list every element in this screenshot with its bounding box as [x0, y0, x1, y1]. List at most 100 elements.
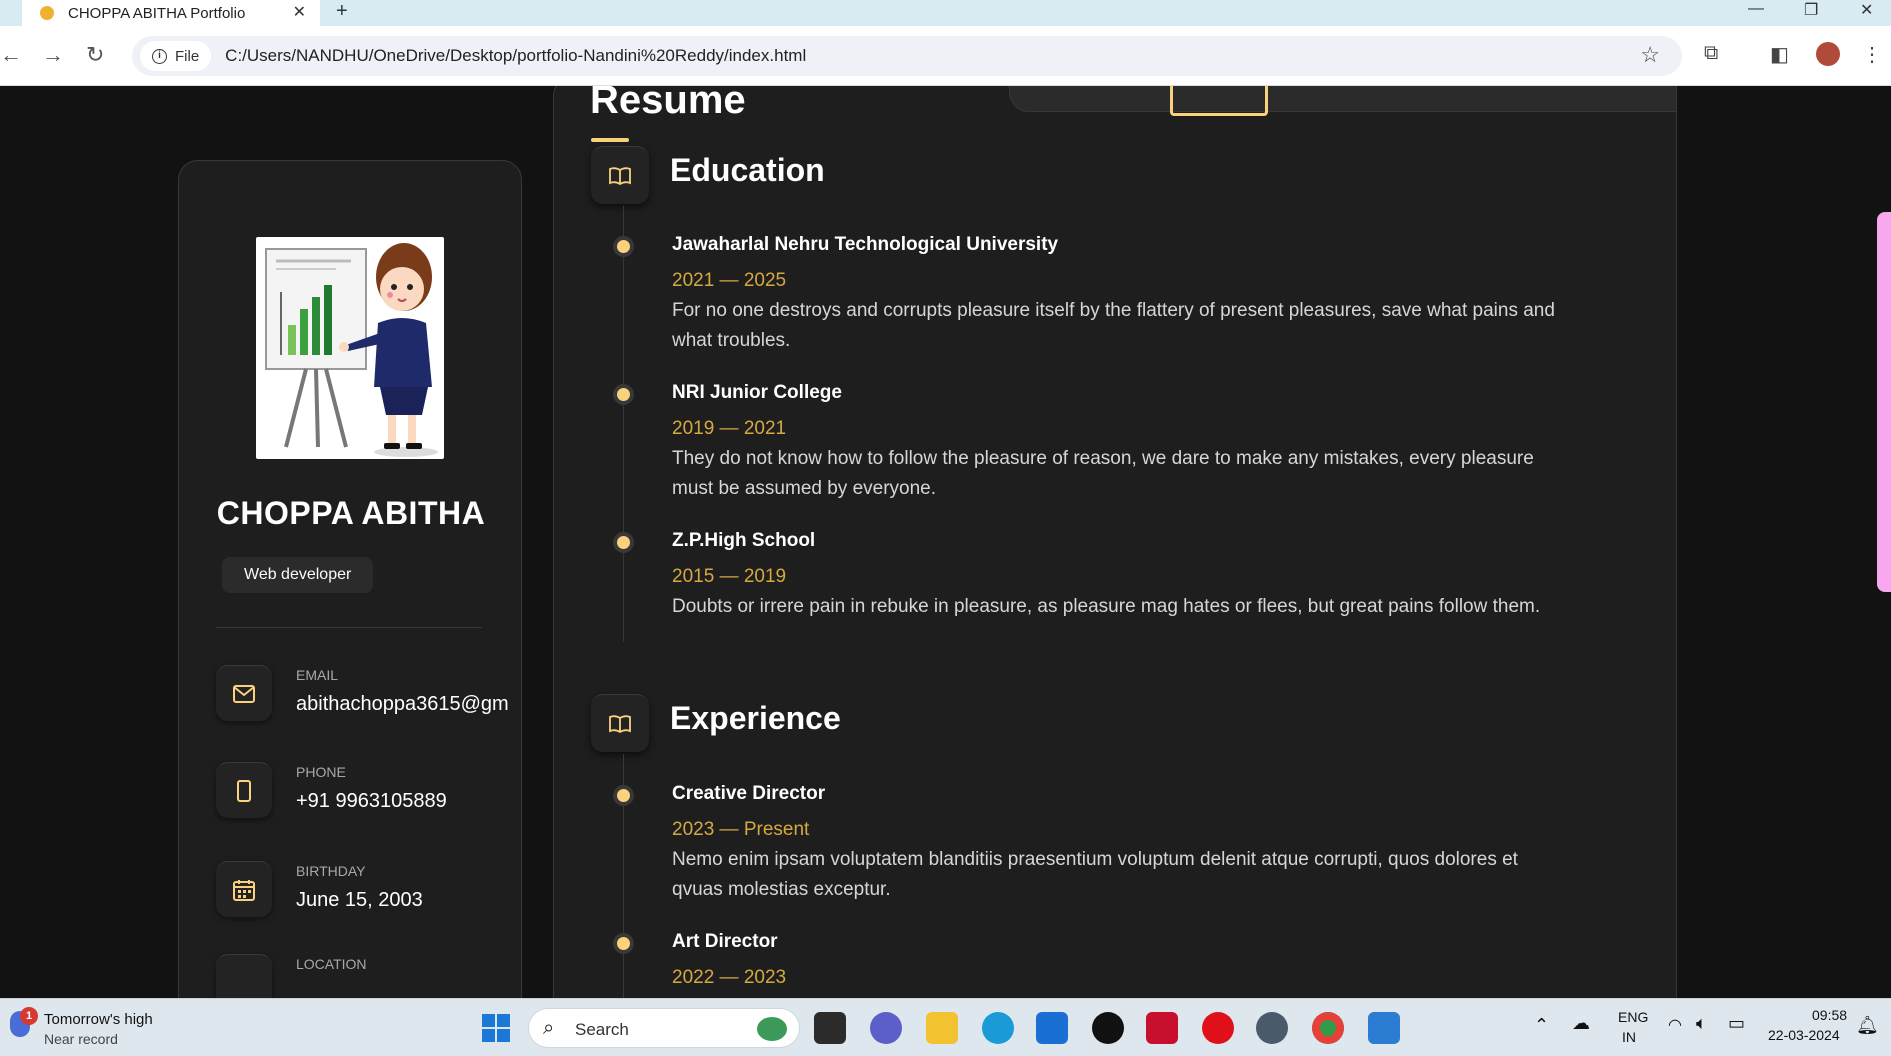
page-title: Resume: [590, 86, 746, 122]
site-info-label: File: [175, 47, 200, 65]
timeline-item-date: 2023 — Present: [672, 819, 810, 840]
timeline-item-text: Nemo enim ipsam voluptatem blanditiis pr…: [672, 849, 1518, 900]
teams-chat-icon[interactable]: [870, 1012, 902, 1044]
info-icon: i: [152, 48, 167, 64]
phone-link[interactable]: +91 9963105889: [296, 790, 447, 813]
close-window-icon[interactable]: ✕: [1860, 0, 1873, 20]
chevron-up-icon[interactable]: ⌃: [1534, 1015, 1549, 1036]
timeline-item-title: Jawaharlal Nehru Technological Universit…: [672, 234, 1059, 255]
title-underline: [591, 138, 629, 142]
url-text[interactable]: C:/Users/NANDHU/OneDrive/Desktop/portfol…: [225, 46, 806, 66]
clock-time[interactable]: 09:58: [1812, 1007, 1847, 1023]
timeline-item-text: They do not know how to follow the pleas…: [672, 448, 1534, 499]
timeline-item-title: Z.P.High School: [672, 530, 816, 551]
mcafee-icon[interactable]: [1146, 1012, 1178, 1044]
contact-label: BIRTHDAY: [296, 863, 366, 879]
role-badge: Web developer: [222, 557, 374, 593]
menu-icon[interactable]: ⋮: [1862, 42, 1882, 67]
tab-close-icon[interactable]: ✕: [293, 2, 306, 22]
task-view-icon[interactable]: [814, 1012, 846, 1044]
file-explorer-icon[interactable]: [926, 1012, 958, 1044]
wifi-icon[interactable]: ◠: [1668, 1015, 1682, 1035]
navbar: [1009, 86, 1677, 112]
windows-start-icon[interactable]: [482, 1014, 510, 1042]
education-timeline: [623, 206, 624, 642]
back-icon[interactable]: ←: [0, 42, 22, 68]
timeline-item-title: Art Director: [672, 931, 778, 952]
contact-label: LOCATION: [296, 956, 367, 972]
browser-tab-strip: CHOPPA ABITHA Portfolio ✕ + — ❐ ✕: [0, 0, 1891, 26]
sidebar-separator: [216, 627, 482, 628]
notepad-icon[interactable]: [1368, 1012, 1400, 1044]
clock-date[interactable]: 22-03-2024: [1768, 1027, 1840, 1043]
calendar-icon: [216, 861, 272, 917]
timeline-dot: [617, 536, 630, 549]
education-title: Education: [670, 152, 825, 188]
search-highlight-icon: [757, 1017, 787, 1041]
minimize-icon[interactable]: —: [1748, 0, 1764, 18]
contact-phone: PHONE +91 9963105889: [216, 762, 521, 822]
contact-location: LOCATION: [216, 954, 521, 998]
settings-gear-icon[interactable]: [1256, 1012, 1288, 1044]
timeline-dot: [617, 240, 630, 253]
tab-title: CHOPPA ABITHA Portfolio: [68, 4, 246, 22]
presenter-illustration: [265, 243, 438, 457]
scrollbar-thumb[interactable]: [1877, 212, 1891, 592]
weather-subtitle: Near record: [44, 1031, 118, 1047]
timeline-item-date: 2022 — 2023: [672, 967, 787, 988]
address-toolbar: ← → ↻ i File C:/Users/NANDHU/OneDrive/De…: [0, 26, 1891, 86]
dell-icon[interactable]: [1092, 1012, 1124, 1044]
forward-icon[interactable]: →: [42, 42, 64, 68]
timeline-dot: [617, 937, 630, 950]
contact-email: EMAIL abithachoppa3615@gm: [216, 665, 521, 725]
taskbar-search[interactable]: ⌕ Search: [528, 1008, 800, 1048]
avatar: [256, 237, 444, 459]
search-icon: ⌕: [543, 1017, 555, 1039]
edge-icon[interactable]: [982, 1012, 1014, 1044]
opera-icon[interactable]: [1202, 1012, 1234, 1044]
onedrive-cloud-icon[interactable]: ☁: [1572, 1013, 1590, 1034]
experience-title: Experience: [670, 700, 841, 736]
timeline-item-date: 2021 — 2025: [672, 270, 787, 291]
language-code[interactable]: ENG: [1618, 1009, 1648, 1025]
bookmark-star-icon[interactable]: ☆: [1640, 42, 1660, 68]
sidebar: CHOPPA ABITHA Web developer EMAIL abitha…: [178, 160, 522, 998]
birthday-value: June 15, 2003: [296, 889, 423, 911]
book-icon: [591, 694, 649, 752]
battery-icon[interactable]: ▭: [1728, 1013, 1745, 1034]
contact-label: EMAIL: [296, 667, 339, 683]
email-link[interactable]: abithachoppa3615@gm: [296, 693, 509, 716]
timeline-item-text: For no one destroys and corrupts pleasur…: [672, 300, 1555, 351]
timeline-item-title: Creative Director: [672, 783, 826, 804]
timeline-item-text: Doubts or irrere pain in rebuke in pleas…: [672, 596, 1541, 617]
language-region: IN: [1622, 1029, 1636, 1045]
notification-bell-icon[interactable]: 🔔︎: [1856, 1015, 1879, 1036]
phone-icon: [216, 762, 272, 818]
store-icon[interactable]: [1036, 1012, 1068, 1044]
new-tab-button[interactable]: +: [336, 0, 348, 23]
mail-icon: [216, 665, 272, 721]
timeline-dot: [617, 789, 630, 802]
location-icon: [216, 954, 272, 998]
contact-birthday: BIRTHDAY June 15, 2003: [216, 861, 521, 921]
search-label: Search: [575, 1020, 629, 1039]
volume-icon[interactable]: 🔈︎: [1696, 1013, 1707, 1034]
notification-badge: 1: [20, 1007, 38, 1025]
browser-tab[interactable]: CHOPPA ABITHA Portfolio ✕: [22, 0, 320, 26]
chrome-icon[interactable]: [1312, 1012, 1344, 1044]
site-info-chip[interactable]: i File: [140, 41, 212, 71]
address-bar[interactable]: i File C:/Users/NANDHU/OneDrive/Desktop/…: [132, 36, 1682, 76]
profile-name: CHOPPA ABITHA: [216, 495, 486, 531]
page-viewport: CHOPPA ABITHA Web developer EMAIL abitha…: [0, 86, 1891, 998]
profile-avatar[interactable]: [1816, 42, 1840, 66]
restore-icon[interactable]: ❐: [1804, 0, 1818, 20]
timeline-item-date: 2019 — 2021: [672, 418, 787, 439]
side-panel-icon[interactable]: ◧: [1770, 42, 1789, 67]
extensions-icon[interactable]: ⧉: [1704, 42, 1718, 65]
navbar-link-active[interactable]: [1170, 86, 1268, 116]
contact-label: PHONE: [296, 764, 346, 780]
timeline-item-date: 2015 — 2019: [672, 566, 787, 587]
taskbar: 1 Tomorrow's high Near record ⌕ Search ⌃…: [0, 998, 1891, 1056]
timeline-item-title: NRI Junior College: [672, 382, 842, 403]
reload-icon[interactable]: ↻: [86, 42, 104, 68]
